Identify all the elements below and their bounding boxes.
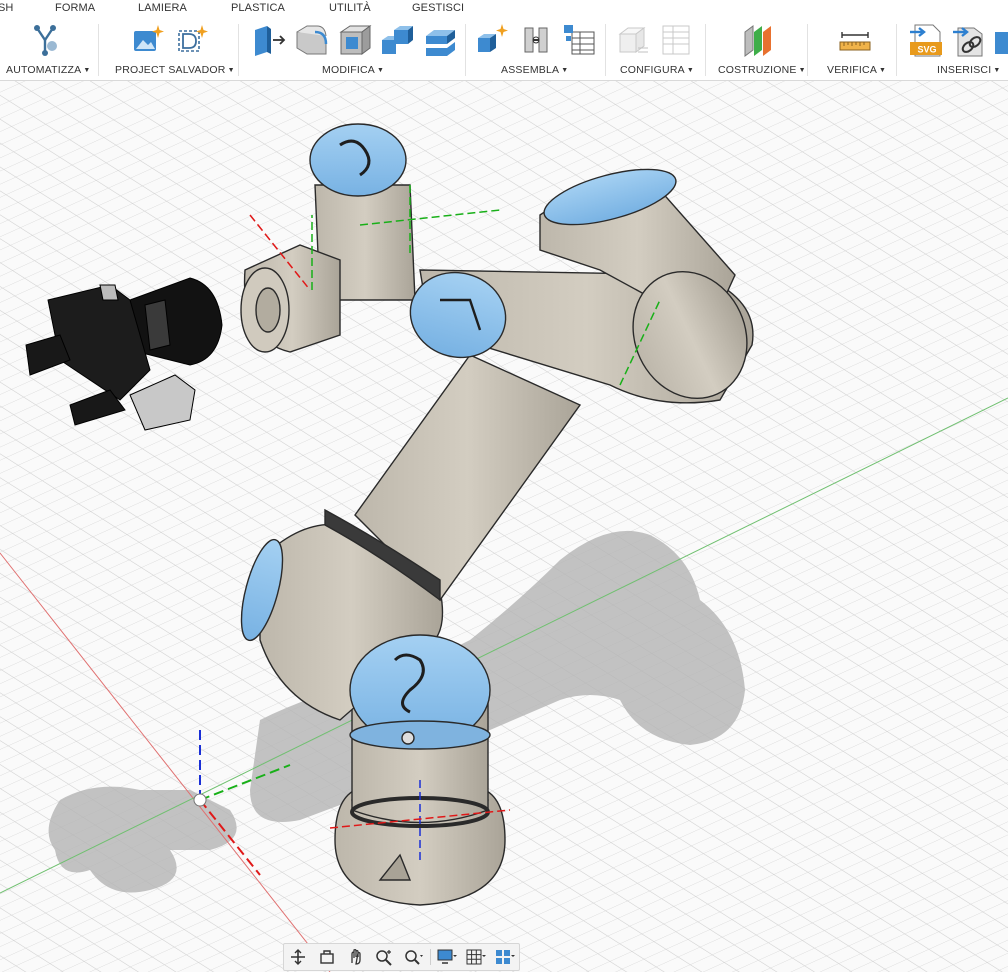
separator [605,24,606,76]
bom-table-icon[interactable] [562,22,596,58]
tab-utilita[interactable]: UTILITÀ [329,2,371,14]
ribbon-toolbar: AUTOMATIZZA ▼ PROJECT SALVADOR ▼ MODIFIC… [0,18,1008,81]
sketch-sparkle-icon[interactable] [175,22,209,58]
separator [429,949,431,965]
viewports-icon[interactable] [493,946,517,968]
pan-icon[interactable] [315,946,339,968]
tab-gestisci[interactable]: GESTISCI [412,2,464,14]
fillet-icon[interactable] [295,22,329,58]
press-pull-icon[interactable] [252,22,286,58]
tab-mesh[interactable]: SH [0,2,13,14]
automate-icon[interactable] [28,22,62,58]
group-project-salvador[interactable]: PROJECT SALVADOR ▼ [115,64,235,76]
orbit-icon[interactable] [286,946,310,968]
navigation-bar [283,943,520,971]
configure-cube-icon[interactable] [616,22,650,58]
look-at-icon[interactable] [344,946,368,968]
replace-face-icon[interactable] [423,22,457,58]
tab-lamiera[interactable]: LAMIERA [138,2,187,14]
separator [238,24,239,76]
configure-table-icon[interactable] [659,22,693,58]
joint-icon[interactable] [519,22,553,58]
fit-icon[interactable] [401,946,425,968]
group-automatizza[interactable]: AUTOMATIZZA ▼ [6,64,90,76]
image-sparkle-icon[interactable] [131,22,165,58]
svg-text:SVG: SVG [917,45,936,55]
scene[interactable] [0,81,1008,972]
tab-forma[interactable]: FORMA [55,2,95,14]
separator [705,24,706,76]
group-configura[interactable]: CONFIGURA ▼ [620,64,694,76]
canvas-viewport[interactable] [0,81,1008,972]
offset-plane-icon[interactable] [741,22,775,58]
new-component-icon[interactable] [476,22,510,58]
group-modifica[interactable]: MODIFICA ▼ [322,64,384,76]
separator [896,24,897,76]
ribbon-tabs: SH FORMA LAMIERA PLASTICA UTILITÀ GESTIS… [0,0,1008,18]
measure-icon[interactable] [838,22,872,58]
wrist-cap-top[interactable] [309,123,407,197]
group-costruzione[interactable]: COSTRUZIONE ▼ [718,64,806,76]
shell-icon[interactable] [338,22,372,58]
separator [807,24,808,76]
group-inserisci[interactable]: INSERISCI ▼ [937,64,1000,76]
grid-icon[interactable] [464,946,488,968]
insert-mcmaster-icon[interactable] [952,22,986,58]
insert-svg-icon[interactable]: SVG [909,22,943,58]
tab-plastica[interactable]: PLASTICA [231,2,285,14]
separator [98,24,99,76]
zoom-icon[interactable] [372,946,396,968]
separator [465,24,466,76]
insert-decal-icon[interactable] [994,22,1008,58]
display-icon[interactable] [435,946,459,968]
group-assembla[interactable]: ASSEMBLA ▼ [501,64,568,76]
group-verifica[interactable]: VERIFICA ▼ [827,64,886,76]
combine-icon[interactable] [380,22,414,58]
